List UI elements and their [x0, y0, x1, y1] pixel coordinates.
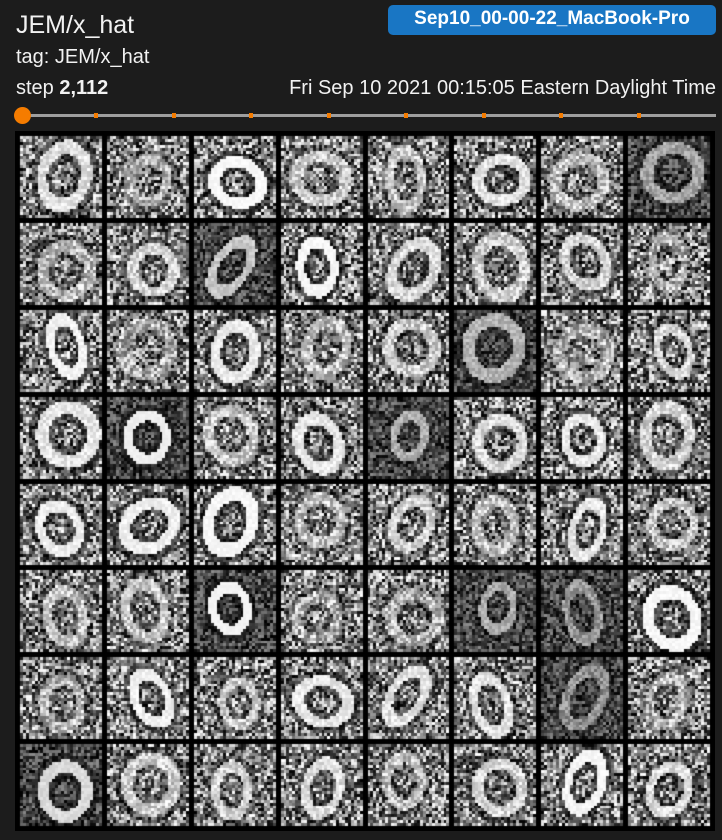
slider-tick [171, 113, 176, 118]
slider-tick [481, 113, 486, 118]
step-value: 2,112 [59, 77, 109, 99]
wall-time: Fri Sep 10 2021 00:15:05 Eastern Dayligh… [289, 77, 716, 99]
slider-track [22, 114, 716, 117]
sample-image-grid[interactable] [15, 131, 715, 831]
slider-tick [94, 113, 98, 118]
slider-thumb[interactable] [14, 107, 31, 124]
run-name-badge[interactable]: Sep10_00-00-22_MacBook-Pro [388, 5, 716, 35]
generated-samples-image [15, 131, 715, 831]
step-label: step [16, 77, 60, 99]
slider-tick [404, 113, 408, 118]
tag-label: tag: JEM/x_hat [16, 46, 150, 68]
slider-tick [249, 113, 253, 118]
slider-tick [559, 113, 563, 118]
slider-tick [326, 113, 331, 118]
step-indicator: step 2,112 [16, 76, 108, 100]
image-summary-card: JEM/x_hat Sep10_00-00-22_MacBook-Pro tag… [0, 0, 722, 840]
slider-tick [636, 113, 641, 118]
step-slider[interactable] [14, 106, 716, 126]
card-title: JEM/x_hat [16, 11, 135, 39]
